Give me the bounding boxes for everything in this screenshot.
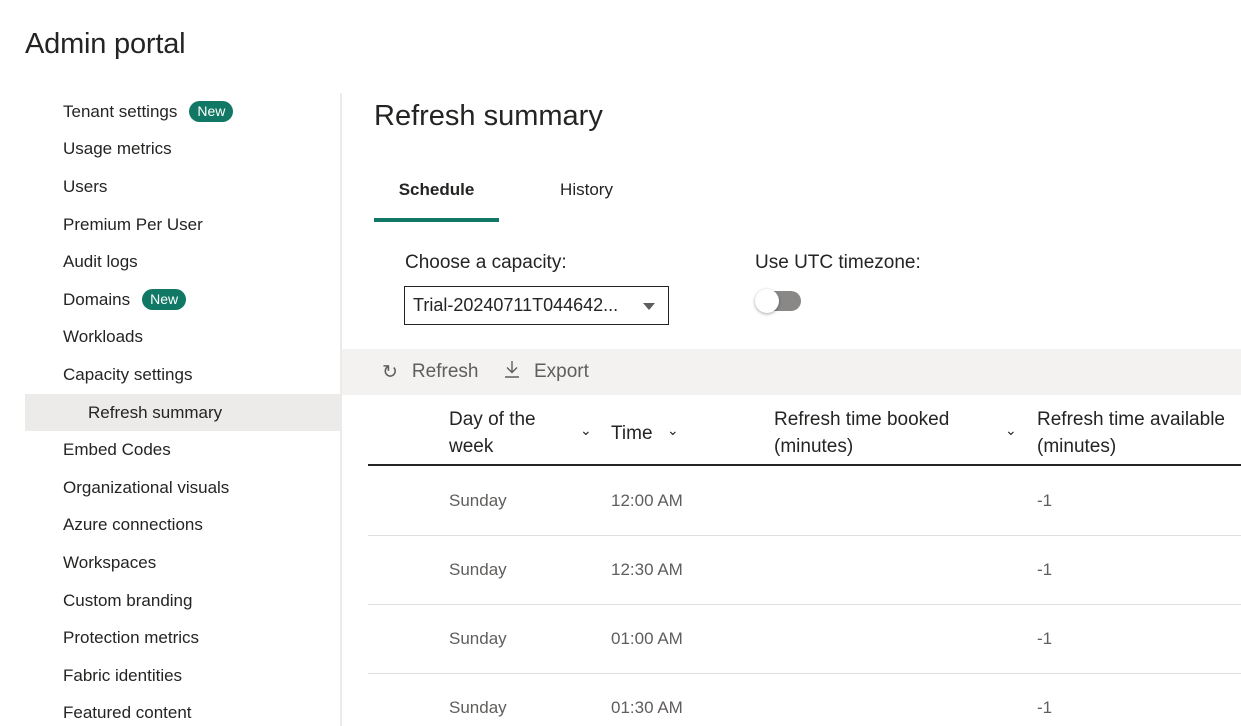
sidebar-item-refresh-summary[interactable]: Refresh summary	[25, 393, 341, 432]
sidebar-item-fabric-identities[interactable]: Fabric identities	[25, 657, 341, 695]
cell-day: Sunday	[449, 560, 507, 579]
utc-timezone-label: Use UTC timezone:	[755, 252, 921, 273]
sidebar-item-azure-connections[interactable]: Azure connections	[25, 507, 341, 545]
cell-available: -1	[1037, 629, 1053, 648]
sidebar-item-label: Usage metrics	[63, 139, 172, 159]
capacity-selected-value: Trial-20240711T044642...	[413, 295, 619, 315]
sidebar-item-audit-logs[interactable]: Audit logs	[25, 243, 341, 281]
table-row[interactable]: Sunday 01:30 AM -1	[368, 674, 1241, 726]
table-row[interactable]: Sunday 12:30 AM -1	[368, 536, 1241, 605]
table-row[interactable]: Sunday 12:00 AM -1	[368, 467, 1241, 536]
sidebar-item-premium-per-user[interactable]: Premium Per User	[25, 206, 341, 244]
sidebar-item-workloads[interactable]: Workloads	[25, 319, 341, 357]
section-title: Refresh summary	[374, 100, 603, 132]
tab-list: Schedule History	[374, 170, 674, 222]
column-header-time[interactable]: Time	[611, 420, 653, 447]
table-header: Day of the week ⌄ Time ⌄ Refresh time bo…	[368, 396, 1241, 466]
sidebar-item-label: Organizational visuals	[63, 477, 230, 497]
export-button[interactable]: Export	[504, 344, 589, 400]
cell-time: 01:00 AM	[611, 629, 683, 648]
utc-timezone-toggle[interactable]	[755, 289, 801, 313]
page-title: Admin portal	[25, 28, 186, 60]
new-badge: New	[142, 289, 187, 311]
capacity-label: Choose a capacity:	[405, 252, 567, 273]
sidebar-item-label: Audit logs	[63, 252, 138, 272]
sidebar-item-usage-metrics[interactable]: Usage metrics	[25, 131, 341, 169]
chevron-down-icon[interactable]: ⌄	[667, 422, 679, 439]
sidebar-item-users[interactable]: Users	[25, 168, 341, 206]
cell-day: Sunday	[449, 698, 507, 717]
sidebar-item-label: Embed Codes	[63, 440, 171, 460]
cell-day: Sunday	[449, 629, 507, 648]
sidebar-item-label: Fabric identities	[63, 665, 183, 685]
caret-down-icon	[643, 303, 655, 310]
sidebar-item-domains[interactable]: Domains New	[25, 281, 341, 319]
sidebar-item-tenant-settings[interactable]: Tenant settings New	[25, 93, 341, 131]
sidebar-item-label: Featured content	[63, 703, 192, 723]
export-button-label: Export	[534, 361, 589, 382]
sidebar-item-embed-codes[interactable]: Embed Codes	[25, 431, 341, 469]
download-icon	[504, 360, 520, 384]
column-header-booked[interactable]: Refresh time booked (minutes)	[774, 406, 949, 460]
sidebar-item-protection-metrics[interactable]: Protection metrics	[25, 619, 341, 657]
cell-day: Sunday	[449, 491, 507, 510]
refresh-button[interactable]: ↻ Refresh	[382, 344, 478, 400]
sidebar-nav: Tenant settings New Usage metrics Users …	[25, 93, 341, 726]
sidebar-item-label: Premium Per User	[63, 214, 203, 234]
chevron-down-icon[interactable]: ⌄	[580, 422, 592, 439]
sidebar-item-label: Azure connections	[63, 515, 203, 535]
cell-time: 12:30 AM	[611, 560, 683, 579]
sidebar-item-featured-content[interactable]: Featured content	[25, 695, 341, 726]
sidebar-item-custom-branding[interactable]: Custom branding	[25, 582, 341, 620]
sidebar-item-label: Workspaces	[63, 552, 157, 572]
tab-schedule[interactable]: Schedule	[374, 170, 499, 222]
column-header-day[interactable]: Day of the week	[449, 406, 536, 460]
sidebar-divider	[340, 93, 342, 726]
sidebar-item-label: Tenant settings	[63, 101, 178, 121]
command-bar: ↻ Refresh Export	[342, 349, 1241, 395]
column-header-available[interactable]: Refresh time available (minutes)	[1037, 406, 1225, 460]
sidebar-item-label: Custom branding	[63, 590, 193, 610]
toggle-knob	[755, 289, 779, 313]
sidebar-item-label: Users	[63, 176, 108, 196]
cell-time: 12:00 AM	[611, 491, 683, 510]
sidebar-item-label: Protection metrics	[63, 628, 200, 648]
new-badge: New	[189, 101, 234, 123]
sidebar-item-label: Refresh summary	[88, 402, 223, 422]
sidebar-item-label: Capacity settings	[63, 364, 193, 384]
cell-available: -1	[1037, 698, 1053, 717]
capacity-dropdown[interactable]: Trial-20240711T044642...	[404, 286, 669, 325]
sidebar-item-label: Domains	[63, 289, 131, 309]
refresh-button-label: Refresh	[411, 361, 479, 382]
cell-available: -1	[1037, 491, 1053, 510]
sidebar-item-workspaces[interactable]: Workspaces	[25, 544, 341, 582]
cell-available: -1	[1037, 560, 1053, 579]
chevron-down-icon[interactable]: ⌄	[1005, 422, 1017, 439]
tab-history[interactable]: History	[499, 170, 674, 222]
sidebar-item-label: Workloads	[63, 327, 143, 347]
refresh-icon: ↻	[382, 361, 398, 383]
table-row[interactable]: Sunday 01:00 AM -1	[368, 605, 1241, 674]
sidebar-item-capacity-settings[interactable]: Capacity settings	[25, 356, 341, 394]
cell-time: 01:30 AM	[611, 698, 683, 717]
sidebar-item-organizational-visuals[interactable]: Organizational visuals	[25, 469, 341, 507]
